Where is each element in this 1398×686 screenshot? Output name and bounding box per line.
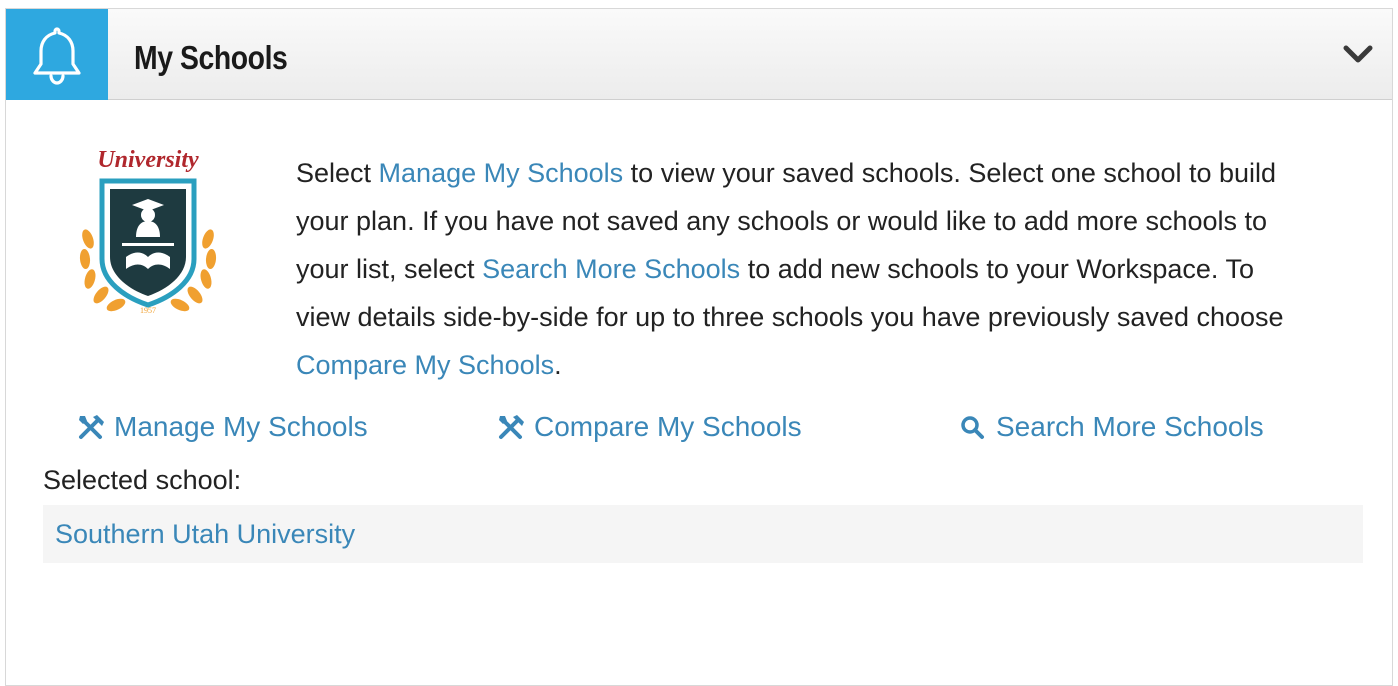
panel-title: My Schools	[134, 39, 288, 76]
university-logo: University 1957	[68, 141, 228, 316]
tools-icon	[79, 415, 104, 439]
bell-icon	[33, 26, 81, 85]
tools-icon	[499, 415, 524, 439]
my-schools-panel: My Schools University 1957 Select Manage…	[5, 8, 1393, 686]
selected-school-label: Selected school:	[43, 465, 242, 495]
search-more-schools-button[interactable]: Search More Schools	[958, 411, 1264, 443]
manage-my-schools-link[interactable]: Manage My Schools	[379, 158, 624, 188]
logo-year: 1957	[140, 306, 156, 315]
intro-text-4: .	[554, 350, 562, 380]
collapse-button[interactable]	[1342, 41, 1374, 67]
search-more-schools-label[interactable]: Search More Schools	[996, 411, 1264, 443]
panel-header[interactable]: My Schools	[6, 9, 1392, 100]
bell-icon-box	[6, 9, 108, 100]
search-icon	[961, 416, 984, 439]
compare-my-schools-button[interactable]: Compare My Schools	[496, 411, 802, 443]
intro-paragraph: Select Manage My Schools to view your sa…	[296, 149, 1296, 389]
intro-text-1: Select	[296, 158, 379, 188]
logo-text: University	[97, 147, 199, 173]
chevron-down-icon[interactable]	[1342, 41, 1374, 67]
compare-my-schools-link[interactable]: Compare My Schools	[296, 350, 554, 380]
university-crest-logo: University 1957	[79, 147, 217, 315]
selected-school-row[interactable]: Southern Utah University	[43, 505, 1363, 563]
manage-my-schools-button[interactable]: Manage My Schools	[76, 411, 368, 443]
manage-my-schools-label[interactable]: Manage My Schools	[114, 411, 368, 443]
compare-my-schools-label[interactable]: Compare My Schools	[534, 411, 802, 443]
action-links: Manage My Schools Compare My Schools Sea…	[6, 411, 1392, 451]
search-more-schools-link[interactable]: Search More Schools	[482, 254, 740, 284]
selected-school-link[interactable]: Southern Utah University	[55, 519, 355, 550]
